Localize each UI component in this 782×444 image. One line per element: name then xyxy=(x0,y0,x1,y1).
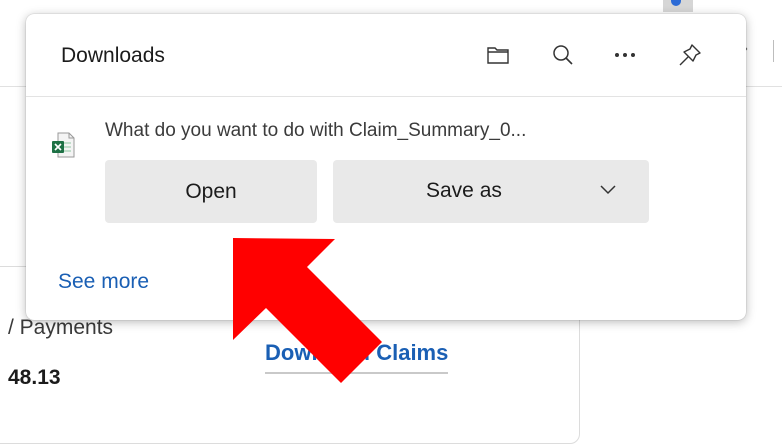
download-prompt-text: What do you want to do with Claim_Summar… xyxy=(105,120,527,141)
download-claims-link[interactable]: Download Claims xyxy=(265,340,449,374)
open-button-label: Open xyxy=(185,179,237,203)
payments-value: 48.13 xyxy=(8,366,61,389)
header-divider xyxy=(26,96,746,97)
toolbar-separator xyxy=(773,40,774,62)
search-icon[interactable] xyxy=(546,38,580,72)
save-as-label: Save as xyxy=(426,179,502,202)
pin-icon[interactable] xyxy=(673,38,707,72)
open-button[interactable]: Open xyxy=(105,160,317,223)
see-more-link[interactable]: See more xyxy=(58,270,149,294)
more-options-icon[interactable] xyxy=(608,38,642,72)
save-as-button[interactable]: Save as xyxy=(333,160,649,223)
excel-file-icon xyxy=(51,130,75,160)
downloads-title: Downloads xyxy=(61,44,165,67)
chevron-down-icon[interactable] xyxy=(599,180,617,206)
downloads-flyout: Downloads What do you want to do with Cl… xyxy=(26,14,746,320)
folder-icon[interactable] xyxy=(481,38,515,72)
